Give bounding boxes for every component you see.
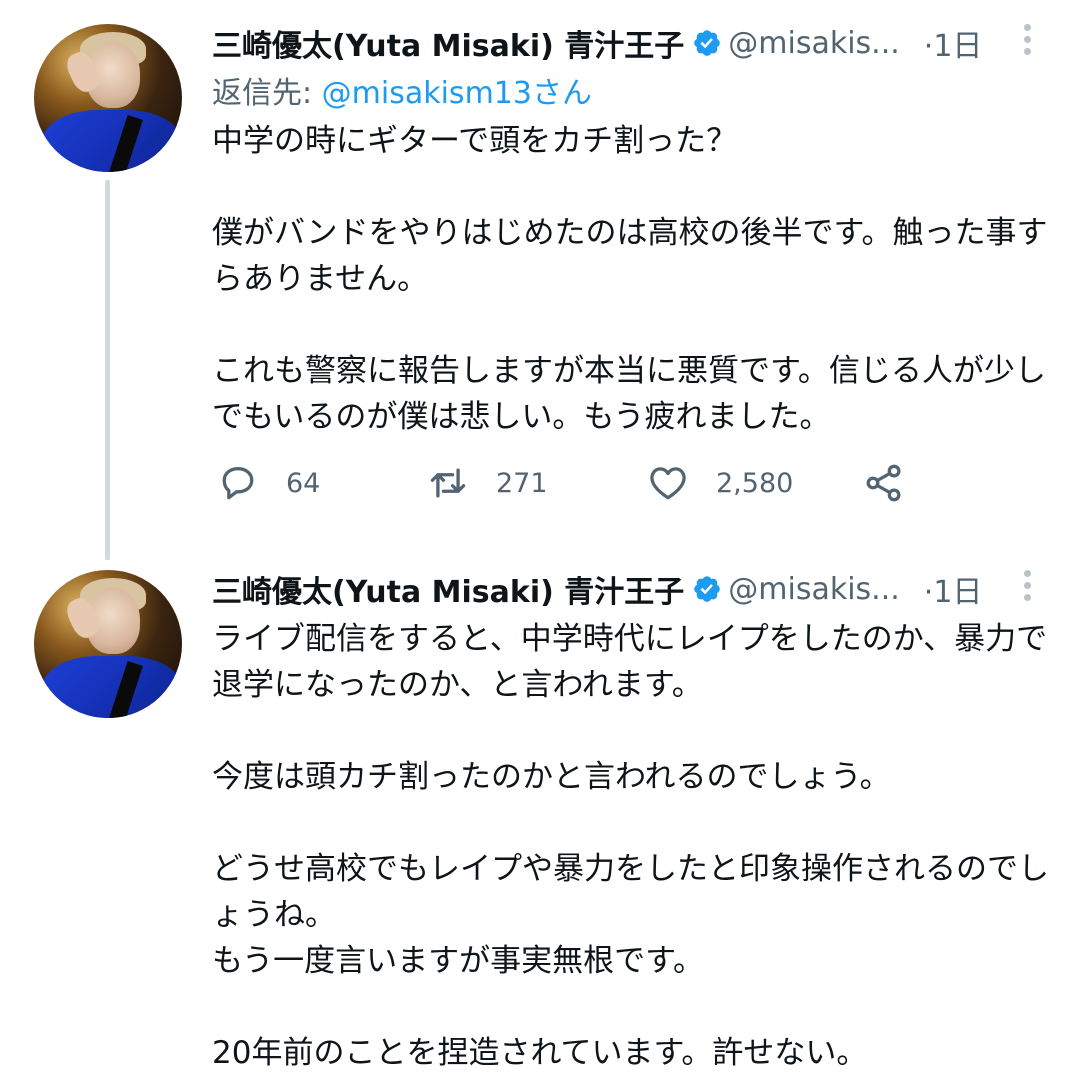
tweet[interactable]: 三崎優太(Yuta Misaki) 青汁王子 @misakis... ·1日 ラ… [0, 560, 1080, 1073]
tweet[interactable]: 三崎優太(Yuta Misaki) 青汁王子 @misakis... ·1日 返… [0, 0, 1080, 560]
handle[interactable]: @misakis... [728, 572, 900, 607]
heart-icon [650, 467, 686, 500]
tweet-content: 三崎優太(Yuta Misaki) 青汁王子 @misakis... ·1日 返… [212, 20, 1050, 440]
retweet-button[interactable]: 271 [426, 458, 548, 508]
tweet-header: 三崎優太(Yuta Misaki) 青汁王子 @misakis... ·1日 [212, 20, 1050, 66]
avatar[interactable] [34, 24, 182, 172]
tweet-header: 三崎優太(Yuta Misaki) 青汁王子 @misakis... ·1日 [212, 566, 1050, 612]
like-count: 2,580 [716, 467, 794, 499]
reply-to-mention[interactable]: @misakism13さん [322, 76, 592, 111]
avatar[interactable] [34, 570, 182, 718]
handle[interactable]: @misakis... [728, 26, 900, 61]
more-vertical-icon[interactable] [1024, 24, 1032, 58]
tweet-actions: 64 271 2,580 [212, 458, 912, 508]
avatar-column [34, 24, 182, 172]
display-name[interactable]: 三崎優太(Yuta Misaki) 青汁王子 [212, 21, 684, 65]
verified-badge-icon [694, 30, 721, 56]
retweet-count: 271 [496, 467, 548, 499]
tweet-text: ライブ配信をすると、中学時代にレイプをしたのか、暴力で退学になったのか、と言われ… [212, 621, 1049, 1071]
thread-connector-line [105, 180, 110, 560]
share-icon [866, 464, 901, 502]
thread-view: 三崎優太(Yuta Misaki) 青汁王子 @misakis... ·1日 返… [0, 0, 1080, 1073]
share-button[interactable] [862, 458, 906, 508]
like-button[interactable]: 2,580 [646, 458, 793, 508]
reply-button[interactable]: 64 [216, 458, 320, 508]
reply-to: 返信先: @misakism13さん [212, 72, 1050, 116]
timestamp[interactable]: ·1日 [924, 21, 983, 65]
tweet-content: 三崎優太(Yuta Misaki) 青汁王子 @misakis... ·1日 ラ… [212, 566, 1050, 1073]
display-name[interactable]: 三崎優太(Yuta Misaki) 青汁王子 [212, 567, 684, 611]
more-vertical-icon[interactable] [1024, 570, 1032, 604]
tweet-text: 中学の時にギターで頭をカチ割った？ 僕がバンドをやりはじめたのは高校の後半です。… [212, 123, 1048, 435]
reply-count: 64 [286, 467, 321, 499]
avatar-column [34, 570, 182, 718]
reply-icon [222, 467, 254, 500]
verified-badge-icon [694, 576, 721, 602]
timestamp[interactable]: ·1日 [924, 567, 983, 611]
retweet-icon [430, 468, 466, 498]
reply-to-label: 返信先: [212, 76, 322, 111]
